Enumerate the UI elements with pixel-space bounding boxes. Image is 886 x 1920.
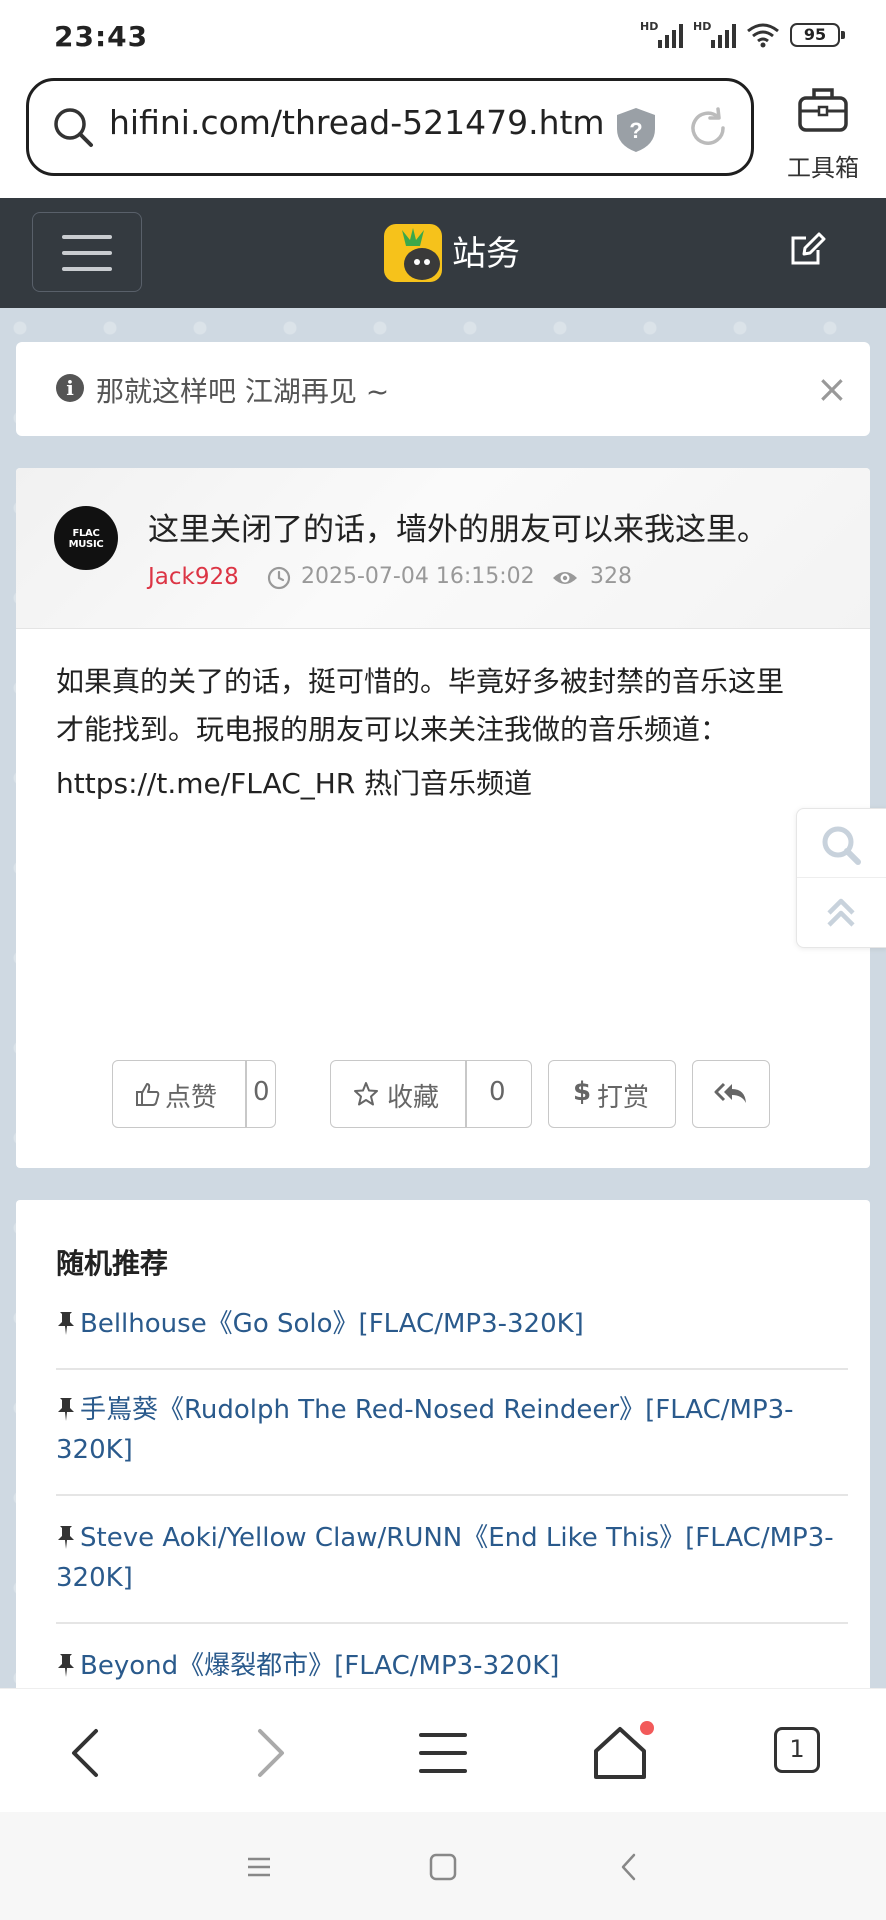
avatar-logo-text: FLAC MUSIC — [68, 528, 104, 550]
favorite-button[interactable]: 收藏 0 — [330, 1060, 532, 1128]
status-icons: HD HD 95 — [640, 20, 845, 48]
pin-icon — [58, 1526, 74, 1549]
avatar[interactable]: FLAC MUSIC — [54, 506, 118, 570]
recent-apps-icon[interactable] — [244, 1852, 274, 1882]
pineapple-logo-icon — [402, 228, 440, 280]
pin-icon — [58, 1312, 74, 1335]
post-body-line: 如果真的关了的话，挺可惜的。毕竟好多被封禁的音乐这里 — [56, 665, 785, 698]
status-time: 23:43 — [54, 20, 149, 53]
url-text[interactable]: hifini.com/thread-521479.htm — [109, 103, 605, 142]
toolbox-icon — [798, 88, 848, 132]
dollar-icon: $ — [573, 1077, 592, 1107]
recommend-item[interactable]: Beyond《爆裂都市》[FLAC/MP3-320K] — [56, 1646, 848, 1686]
thumbs-up-icon — [136, 1083, 160, 1106]
post-author[interactable]: Jack928 — [148, 564, 239, 590]
signal-hd-label-2: HD — [693, 20, 712, 33]
wifi-icon — [747, 23, 779, 48]
post-body: 如果真的关了的话，挺可惜的。毕竟好多被封禁的音乐这里 才能找到。玩电报的朋友可以… — [56, 658, 846, 808]
recommend-item-text[interactable]: Steve Aoki/Yellow Claw/RUNN《End Like Thi… — [80, 1523, 834, 1553]
system-back-icon[interactable] — [614, 1852, 644, 1882]
like-label: 点赞 — [165, 1083, 218, 1113]
recommend-item[interactable]: 手嶌葵《Rudolph The Red-Nosed Reindeer》[FLAC… — [56, 1390, 848, 1470]
eye-icon — [553, 572, 577, 584]
reply-all-icon — [714, 1082, 746, 1103]
post-card: FLAC MUSIC 这里关闭了的话，墙外的朋友可以来我这里。 Jack928 … — [16, 468, 870, 1168]
side-tools — [796, 808, 886, 948]
system-home-icon[interactable] — [428, 1852, 458, 1882]
toolbox-button[interactable]: 工具箱 — [778, 84, 868, 182]
like-button[interactable]: 点赞 0 — [112, 1060, 276, 1128]
shield-icon[interactable]: ? — [613, 105, 659, 155]
site-logo[interactable] — [384, 224, 442, 282]
recommend-item[interactable]: Steve Aoki/Yellow Claw/RUNN《End Like Thi… — [56, 1518, 848, 1598]
star-icon — [354, 1082, 378, 1106]
forward-icon[interactable] — [238, 1723, 298, 1783]
tip-button[interactable]: $ 打赏 — [548, 1060, 676, 1128]
tab-count: 1 — [789, 1735, 805, 1763]
recommend-item-text[interactable]: Beyond《爆裂都市》[FLAC/MP3-320K] — [80, 1651, 559, 1681]
reload-icon[interactable] — [685, 105, 731, 151]
favorite-label: 收藏 — [387, 1083, 440, 1113]
edit-icon[interactable] — [788, 230, 828, 270]
site-name[interactable]: 站务 — [452, 226, 520, 275]
recommend-item-text[interactable]: 手嶌葵《Rudolph The Red-Nosed Reindeer》[FLAC… — [80, 1395, 794, 1425]
signal-icon-2: HD — [693, 20, 736, 48]
status-bar: 23:43 HD HD 95 — [0, 0, 886, 76]
like-count: 0 — [253, 1077, 270, 1107]
recommend-item-text-cont[interactable]: 320K] — [56, 1435, 133, 1465]
menu-toggle-button[interactable] — [32, 212, 142, 292]
site-header: 站务 — [0, 198, 886, 308]
tip-label: 打赏 — [597, 1083, 650, 1113]
favorite-count: 0 — [489, 1077, 506, 1107]
search-icon[interactable] — [819, 823, 863, 867]
system-nav-bar — [0, 1812, 886, 1920]
recommend-title: 随机推荐 — [56, 1247, 169, 1280]
signal-icon: HD — [640, 20, 683, 48]
post-body-line: 才能找到。玩电报的朋友可以来关注我做的音乐频道： — [56, 713, 729, 746]
back-icon[interactable] — [58, 1723, 118, 1783]
post-title: 这里关闭了的话，墙外的朋友可以来我这里。 — [148, 512, 768, 548]
address-bar[interactable]: hifini.com/thread-521479.htm ? — [26, 78, 754, 176]
recommend-item-text[interactable]: Bellhouse《Go Solo》[FLAC/MP3-320K] — [80, 1309, 584, 1339]
pin-icon — [58, 1654, 74, 1677]
post-header: FLAC MUSIC 这里关闭了的话，墙外的朋友可以来我这里。 Jack928 … — [16, 468, 870, 629]
clock-icon — [267, 566, 291, 590]
post-date: 2025-07-04 16:15:02 — [301, 564, 535, 589]
recommend-item-text-cont[interactable]: 320K] — [56, 1563, 133, 1593]
toolbox-label: 工具箱 — [787, 154, 859, 182]
signal-hd-label: HD — [640, 20, 659, 33]
notice-text: 那就这样吧 江湖再见 ~ — [96, 375, 390, 408]
svg-text:?: ? — [629, 118, 642, 143]
scroll-top-icon[interactable] — [823, 895, 859, 931]
recommend-section: 随机推荐 Bellhouse《Go Solo》[FLAC/MP3-320K] 手… — [16, 1200, 870, 1720]
recommend-item[interactable]: Bellhouse《Go Solo》[FLAC/MP3-320K] — [56, 1304, 848, 1344]
reply-button[interactable] — [692, 1060, 770, 1128]
browser-bottom-nav: 1 — [0, 1688, 886, 1813]
tabs-button[interactable]: 1 — [774, 1727, 820, 1773]
notification-dot — [640, 1721, 654, 1735]
info-icon: i — [56, 374, 84, 402]
pin-icon — [58, 1398, 74, 1421]
notice-close-button[interactable]: × — [816, 370, 848, 408]
post-views: 328 — [590, 564, 632, 589]
post-body-link[interactable]: https://t.me/FLAC_HR 热门音乐频道 — [56, 760, 846, 808]
search-icon — [54, 108, 93, 147]
menu-icon[interactable] — [413, 1723, 473, 1783]
battery-icon: 95 — [790, 23, 845, 47]
notice-banner: i 那就这样吧 江湖再见 ~ × — [16, 342, 870, 436]
